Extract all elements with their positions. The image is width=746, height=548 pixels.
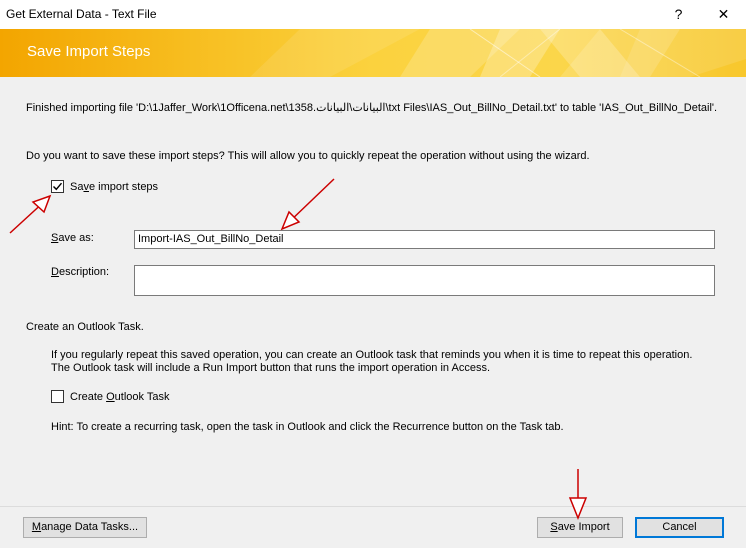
create-outlook-task-checkbox[interactable] [51,390,64,403]
save-as-label: Save as: [51,232,94,244]
create-outlook-task-label[interactable]: Create Outlook Task [70,391,169,403]
outlook-hint-text: Hint: To create a recurring task, open t… [51,421,564,433]
arrow-to-checkbox [9,199,47,234]
save-prompt-text: Do you want to save these import steps? … [26,150,590,162]
manage-data-tasks-button[interactable]: Manage Data Tasks... [23,517,147,538]
banner-title: Save Import Steps [27,43,151,60]
window-title: Get External Data - Text File [6,7,157,21]
arrowhead-save-import [568,497,588,521]
close-icon: ✕ [717,6,730,22]
save-import-steps-label[interactable]: Save import steps [70,181,158,193]
save-import-button[interactable]: Save Import [537,517,623,538]
description-label: Description: [51,266,110,278]
outlook-info-line-1: If you regularly repeat this saved opera… [51,349,693,361]
arrowhead-save-as [280,210,301,231]
cancel-button[interactable]: Cancel [635,517,724,538]
save-as-input[interactable]: Import-IAS_Out_BillNo_Detail [134,230,715,249]
outlook-section-title: Create an Outlook Task. [26,321,144,333]
import-status-message: Finished importing file 'D:\1Jaffer_Work… [26,102,718,114]
help-icon: ? [674,6,683,22]
arrowhead-checkbox [31,194,52,214]
help-button[interactable]: ? [656,0,701,29]
description-input[interactable] [134,265,715,296]
close-button[interactable]: ✕ [701,0,746,29]
arrow-to-save-as [286,178,335,225]
outlook-info-line-2: The Outlook task will include a Run Impo… [51,362,491,374]
header-banner: Save Import Steps [0,29,746,77]
footer-separator [0,506,746,507]
checkmark-icon [53,182,63,191]
save-import-steps-checkbox[interactable] [51,180,64,193]
title-bar: Get External Data - Text File ? ✕ [0,0,746,30]
